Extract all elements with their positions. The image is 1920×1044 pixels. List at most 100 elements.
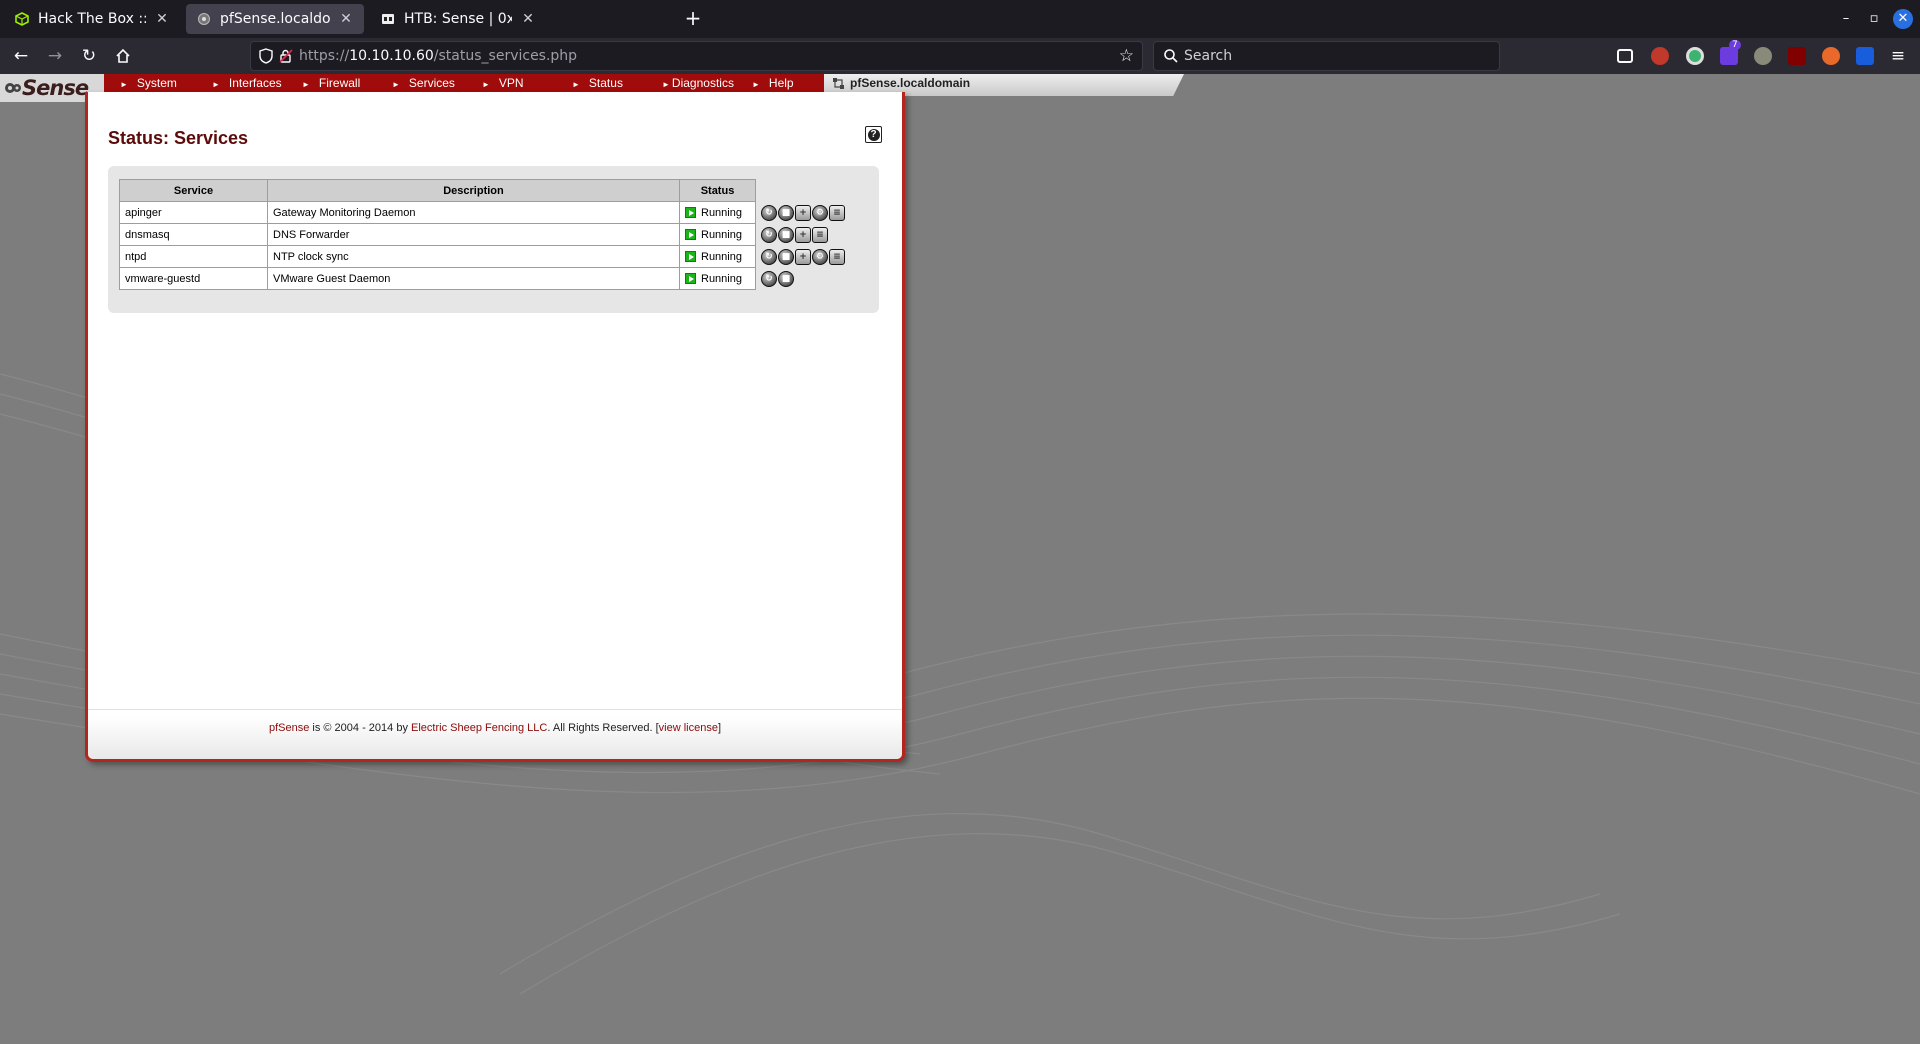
menu-arrow-icon: ►	[572, 80, 580, 89]
menu-interfaces[interactable]: ► Interfaces	[212, 74, 282, 92]
extension-grey-icon[interactable]	[1754, 47, 1772, 65]
restart-service-icon[interactable]: ↻	[761, 204, 777, 221]
table-row: ntpd NTP clock sync Running ↻ ■ + ⚙ ≡	[119, 245, 866, 268]
footer-rights: . All Rights Reserved. [	[547, 722, 659, 734]
restart-service-icon[interactable]: ↻	[761, 270, 777, 287]
menu-system[interactable]: ► System	[120, 74, 177, 92]
company-link[interactable]: Electric Sheep Fencing LLC	[411, 722, 547, 734]
new-tab-button[interactable]: +	[680, 6, 706, 32]
service-log-icon[interactable]: ≡	[812, 226, 828, 243]
pocket-icon[interactable]	[1617, 49, 1633, 63]
help-label: ?	[867, 128, 880, 141]
menu-arrow-icon: ►	[662, 80, 670, 89]
url-path: /status_services.php	[433, 48, 578, 64]
service-name: vmware-guestd	[119, 267, 268, 290]
ublock-icon[interactable]	[1788, 47, 1806, 65]
help-icon[interactable]: ?	[865, 126, 882, 143]
close-icon[interactable]: ✕	[338, 11, 354, 27]
tab-pfsense[interactable]: pfSense.localdomain - Status: Services ✕	[186, 4, 364, 34]
service-log-icon[interactable]: ≡	[829, 248, 845, 265]
stop-service-icon[interactable]: ■	[778, 204, 794, 221]
extension-purple-icon[interactable]: 7	[1720, 40, 1741, 65]
status-label: Running	[701, 228, 742, 241]
browser-tab-bar: Hack The Box :: Machines ✕ pfSense.local…	[0, 0, 1920, 38]
view-license-link[interactable]: view license	[659, 722, 718, 734]
extension-badge: 7	[1729, 40, 1741, 50]
stop-service-icon[interactable]: ■	[778, 248, 794, 265]
menu-services[interactable]: ► Services	[392, 74, 455, 92]
add-shortcut-icon[interactable]: +	[795, 204, 811, 221]
add-shortcut-icon[interactable]: +	[795, 226, 811, 243]
menu-arrow-icon: ►	[302, 80, 310, 89]
service-settings-icon[interactable]: ⚙	[812, 204, 828, 221]
menu-diagnostics[interactable]: ► Diagnostics	[662, 74, 734, 92]
close-window-icon[interactable]: ✕	[1893, 9, 1913, 29]
service-status: Running	[679, 223, 756, 246]
menu-icon[interactable]: ≡	[1886, 44, 1910, 68]
tab-0xdf[interactable]: HTB: Sense | 0xdf hacks stuff ✕	[370, 4, 546, 34]
close-icon[interactable]: ✕	[520, 11, 536, 27]
hostname: pfSense.localdomain	[850, 76, 971, 90]
search-bar[interactable]	[1153, 41, 1500, 71]
close-icon[interactable]: ✕	[154, 11, 170, 27]
footer-bracket: ]	[717, 722, 722, 734]
back-icon[interactable]: ←	[9, 44, 33, 68]
bookmark-star-icon[interactable]: ☆	[1119, 46, 1134, 66]
reload-icon[interactable]: ↻	[77, 44, 101, 68]
pfsense-favicon-icon	[196, 11, 212, 27]
forward-icon[interactable]: →	[43, 44, 67, 68]
menu-label: Firewall	[318, 76, 361, 90]
stop-service-icon[interactable]: ■	[778, 226, 794, 243]
menu-status[interactable]: ► Status	[572, 74, 623, 92]
services-panel: Service Description Status apinger Gatew…	[108, 166, 879, 313]
footer-divider	[88, 709, 902, 710]
insecure-lock-icon[interactable]	[278, 48, 294, 64]
tab-title: pfSense.localdomain - Status: Services	[220, 11, 330, 27]
tab-hack-the-box[interactable]: Hack The Box :: Machines ✕	[4, 4, 180, 34]
menu-label: Status	[588, 76, 623, 90]
minimize-icon[interactable]: –	[1836, 9, 1856, 29]
services-table: Service Description Status apinger Gatew…	[119, 179, 866, 290]
bitwarden-icon[interactable]	[1856, 47, 1874, 65]
add-shortcut-icon[interactable]: +	[795, 248, 811, 265]
service-log-icon[interactable]: ≡	[829, 204, 845, 221]
running-icon	[685, 251, 696, 263]
menu-firewall[interactable]: ► Firewall	[302, 74, 360, 92]
status-label: Running	[701, 272, 742, 285]
pfsense-link[interactable]: pfSense	[269, 722, 309, 734]
restart-service-icon[interactable]: ↻	[761, 248, 777, 265]
menu-arrow-icon: ►	[120, 80, 128, 89]
service-actions: ↻ ■ + ⚙ ≡	[756, 246, 866, 268]
network-icon	[833, 78, 844, 89]
foxyproxy-icon[interactable]	[1822, 47, 1840, 65]
running-icon	[685, 273, 696, 285]
menu-arrow-icon: ►	[392, 80, 400, 89]
menu-vpn[interactable]: ► VPN	[482, 74, 524, 92]
extension-green-icon[interactable]	[1686, 47, 1704, 65]
service-status: Running	[679, 201, 756, 224]
page-title: Status: Services	[108, 128, 249, 148]
stop-service-icon[interactable]: ■	[778, 270, 794, 287]
content-frame: Status: Services ? Service Description S…	[85, 92, 905, 762]
service-name: dnsmasq	[119, 223, 268, 246]
restart-service-icon[interactable]: ↻	[761, 226, 777, 243]
service-name: apinger	[119, 201, 268, 224]
extension-avatar-icon[interactable]	[1651, 47, 1669, 65]
tracking-shield-icon[interactable]	[259, 48, 273, 64]
home-icon[interactable]	[111, 44, 135, 68]
table-row: vmware-guestd VMware Guest Daemon Runnin…	[119, 267, 866, 290]
0xdf-favicon-icon	[380, 11, 396, 27]
pfsense-main-menu: ► System ► Interfaces ► Firewall ► Services …	[104, 74, 824, 92]
menu-help[interactable]: ► Help	[752, 74, 794, 92]
service-settings-icon[interactable]: ⚙	[812, 248, 828, 265]
service-description: VMware Guest Daemon	[267, 267, 680, 290]
menu-arrow-icon: ►	[752, 80, 760, 89]
menu-label: Services	[408, 76, 455, 90]
maximize-icon[interactable]: ▫	[1864, 9, 1884, 29]
search-input[interactable]	[1184, 46, 1484, 66]
url-text[interactable]: https://10.10.10.60/status_services.php	[299, 48, 577, 64]
page-viewport: Sense ► System ► Interfaces ► Firewall ► Ser…	[0, 74, 1920, 1044]
url-bar[interactable]: https://10.10.10.60/status_services.php …	[250, 41, 1143, 71]
url-host: 10.10.10.60	[349, 48, 434, 64]
status-label: Running	[701, 206, 742, 219]
